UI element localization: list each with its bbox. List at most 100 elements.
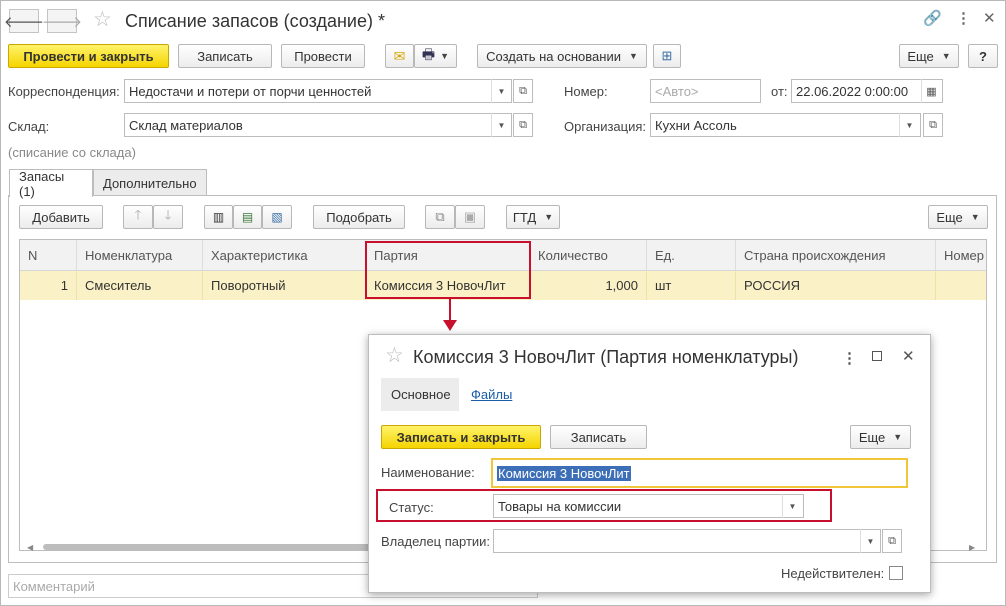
open-icon[interactable]: ⧉ <box>513 79 533 103</box>
cell-unit[interactable]: шт <box>647 271 736 300</box>
scanner-button[interactable]: ▤ <box>233 205 262 229</box>
column-header[interactable]: Характеристика <box>203 240 366 271</box>
chevron-down-icon: ▼ <box>628 51 638 61</box>
gtd-button[interactable]: ГТД ▼ <box>506 205 560 229</box>
move-down-button[interactable]: 🡓 <box>153 205 183 229</box>
paste-icon: ▣ <box>463 209 477 224</box>
status-field[interactable]: Товары на комиссии <box>493 494 804 518</box>
cell-item[interactable]: Смеситель <box>77 271 203 300</box>
copy-button[interactable]: ⧉ <box>425 205 455 229</box>
favorite-star-icon[interactable]: ☆ <box>385 345 404 366</box>
create-based-on-button[interactable]: Создать на основании ▼ <box>477 44 647 68</box>
open-icon[interactable]: ⧉ <box>882 529 902 553</box>
more-label: Еще <box>907 48 934 64</box>
column-header[interactable]: Номенклатура <box>77 240 203 271</box>
email-button[interactable]: ✉ <box>385 44 414 68</box>
chevron-down-icon[interactable]: ▼ <box>491 113 511 137</box>
column-header[interactable]: Номер <box>936 240 986 271</box>
batch-popup-window: ☆ Комиссия 3 НовочЛит (Партия номенклату… <box>368 334 931 593</box>
move-up-button[interactable]: 🡑 <box>123 205 153 229</box>
chevron-down-icon: ▼ <box>544 212 554 222</box>
column-header[interactable]: Страна происхождения <box>736 240 936 271</box>
popup-more-button[interactable]: Еще ▼ <box>850 425 911 449</box>
link-icon[interactable]: 🔗 <box>923 11 942 26</box>
post-and-close-button[interactable]: Провести и закрыть <box>8 44 169 68</box>
maximize-icon[interactable] <box>872 351 882 361</box>
chevron-down-icon: ▼ <box>970 212 980 222</box>
chevron-down-icon[interactable]: ▼ <box>491 79 511 103</box>
save-and-close-button[interactable]: Записать и закрыть <box>381 425 541 449</box>
help-button[interactable]: ? <box>968 44 998 68</box>
scroll-right-icon[interactable]: ▶ <box>969 543 975 552</box>
more-button[interactable]: Еще ▼ <box>899 44 959 68</box>
save-button[interactable]: Записать <box>178 44 272 68</box>
cell-number[interactable] <box>936 271 986 300</box>
forward-button[interactable]: 🡒 <box>42 9 82 33</box>
warehouse-field[interactable]: Склад материалов <box>124 113 512 137</box>
callout-arrow-head-icon <box>443 320 457 331</box>
warehouse-value: Склад материалов <box>129 117 243 133</box>
create-based-label: Создать на основании <box>486 48 621 64</box>
scroll-left-icon[interactable]: ◀ <box>27 543 33 552</box>
organization-field[interactable]: Кухни Ассоль <box>650 113 921 137</box>
more-vertical-icon[interactable]: ⋮ <box>956 11 971 26</box>
more-vertical-icon[interactable]: ⋮ <box>842 349 857 367</box>
tab-additional[interactable]: Дополнительно <box>93 169 207 196</box>
close-icon[interactable]: ✕ <box>983 11 996 26</box>
organization-value: Кухни Ассоль <box>655 117 737 133</box>
table-more-label: Еще <box>936 209 963 225</box>
table-more-button[interactable]: Еще ▼ <box>928 205 988 229</box>
gtd-label: ГТД <box>512 209 537 225</box>
cell-characteristic[interactable]: Поворотный <box>203 271 366 300</box>
organization-label: Организация: <box>564 119 647 134</box>
status-label: Статус: <box>389 500 434 515</box>
popup-tab-files[interactable]: Файлы <box>461 378 522 411</box>
horizontal-scrollbar[interactable] <box>43 544 373 550</box>
popup-save-button[interactable]: Записать <box>550 425 647 449</box>
popup-tab-main[interactable]: Основное <box>381 378 459 411</box>
inactive-checkbox[interactable] <box>889 566 903 580</box>
post-button[interactable]: Провести <box>281 44 365 68</box>
cell-country[interactable]: РОССИЯ <box>736 271 936 300</box>
data-terminal-icon: ▧ <box>271 210 283 224</box>
column-header[interactable]: Количество <box>530 240 647 271</box>
chevron-down-icon: ▼ <box>941 51 951 61</box>
cell-n: 1 <box>20 271 77 300</box>
close-icon[interactable]: ✕ <box>902 347 915 365</box>
correspondence-field[interactable]: Недостачи и потери от порчи ценностей <box>124 79 512 103</box>
back-button[interactable]: 🡐 <box>4 9 44 33</box>
chevron-down-icon[interactable]: ▼ <box>860 529 880 553</box>
favorite-star-icon[interactable]: ☆ <box>93 9 112 30</box>
structure-button[interactable]: ⊞ <box>653 44 681 68</box>
column-header[interactable]: N <box>20 240 77 271</box>
cell-quantity[interactable]: 1,000 <box>530 271 647 300</box>
correspondence-label: Корреспонденция: <box>8 84 120 99</box>
add-button[interactable]: Добавить <box>19 205 103 229</box>
barcode-button[interactable]: ▥ <box>204 205 233 229</box>
paste-button[interactable]: ▣ <box>455 205 485 229</box>
chevron-down-icon: ▼ <box>893 432 903 442</box>
chevron-down-icon[interactable]: ▼ <box>782 494 802 518</box>
column-header[interactable]: Ед. <box>647 240 736 271</box>
date-value: 22.06.2022 0:00:00 <box>796 83 909 99</box>
owner-label: Владелец партии: <box>381 534 491 549</box>
number-field[interactable]: <Авто> <box>650 79 761 103</box>
calendar-icon[interactable]: ▦ <box>921 79 941 103</box>
date-label: от: <box>771 84 788 99</box>
tab-stocks[interactable]: Запасы (1) <box>9 169 93 199</box>
pick-button[interactable]: Подобрать <box>313 205 405 229</box>
arrow-right-icon: 🡒 <box>41 13 83 31</box>
open-icon[interactable]: ⧉ <box>923 113 943 137</box>
arrow-down-icon: 🡓 <box>164 207 172 222</box>
chevron-down-icon[interactable]: ▼ <box>899 113 919 137</box>
arrow-up-icon: 🡑 <box>134 207 142 222</box>
name-field[interactable]: Комиссия 3 НовочЛит <box>491 458 908 488</box>
copy-icon: ⧉ <box>435 209 445 224</box>
status-value: Товары на комиссии <box>498 498 622 514</box>
owner-field[interactable] <box>493 529 881 553</box>
print-button[interactable]: 🖶 ▼ <box>414 44 457 68</box>
terminal-button[interactable]: ▧ <box>262 205 292 229</box>
comment-placeholder: Комментарий <box>13 578 95 594</box>
open-icon[interactable]: ⧉ <box>513 113 533 137</box>
arrow-left-icon: 🡐 <box>3 13 45 31</box>
